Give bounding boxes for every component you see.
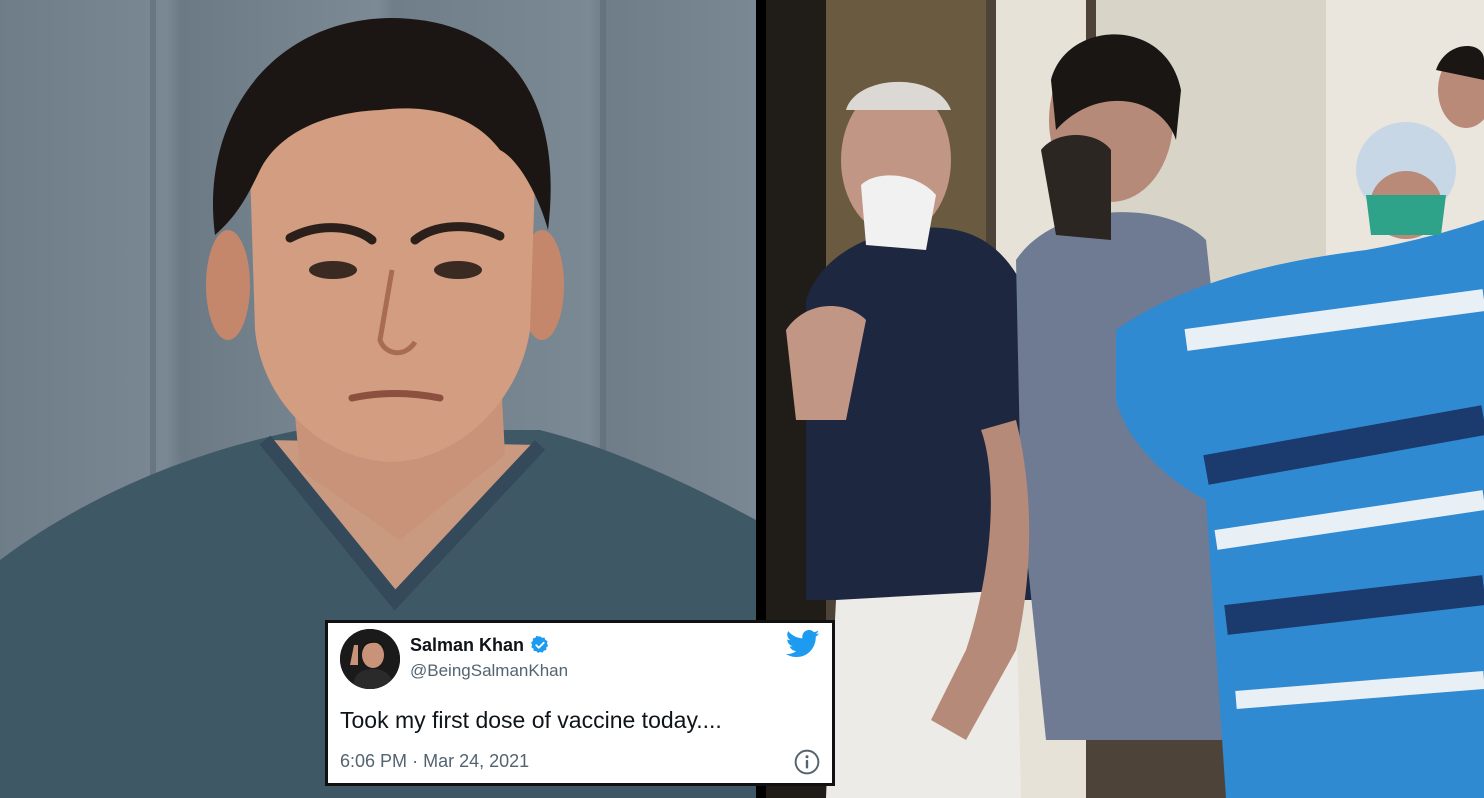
collage: Salman Khan @BeingSalmanKhan Took my fir… bbox=[0, 0, 1484, 798]
user-handle[interactable]: @BeingSalmanKhan bbox=[410, 661, 568, 681]
verified-badge-icon bbox=[531, 635, 549, 653]
tweet-time: 6:06 PM bbox=[340, 751, 408, 771]
display-name[interactable]: Salman Khan bbox=[410, 635, 524, 656]
timestamp-separator: · bbox=[412, 751, 419, 771]
tweet-timestamp[interactable]: 6:06 PM · Mar 24, 2021 bbox=[340, 751, 529, 772]
info-icon[interactable] bbox=[794, 749, 820, 775]
avatar-image bbox=[340, 629, 400, 689]
tweet-text: Took my first dose of vaccine today.... bbox=[340, 707, 722, 733]
street-photo bbox=[766, 0, 1484, 798]
twitter-bird-icon[interactable] bbox=[786, 629, 820, 659]
street-illustration bbox=[766, 0, 1484, 798]
tweet-date: Mar 24, 2021 bbox=[423, 751, 530, 771]
avatar[interactable] bbox=[340, 629, 400, 689]
tweet-card[interactable]: Salman Khan @BeingSalmanKhan Took my fir… bbox=[325, 620, 835, 786]
